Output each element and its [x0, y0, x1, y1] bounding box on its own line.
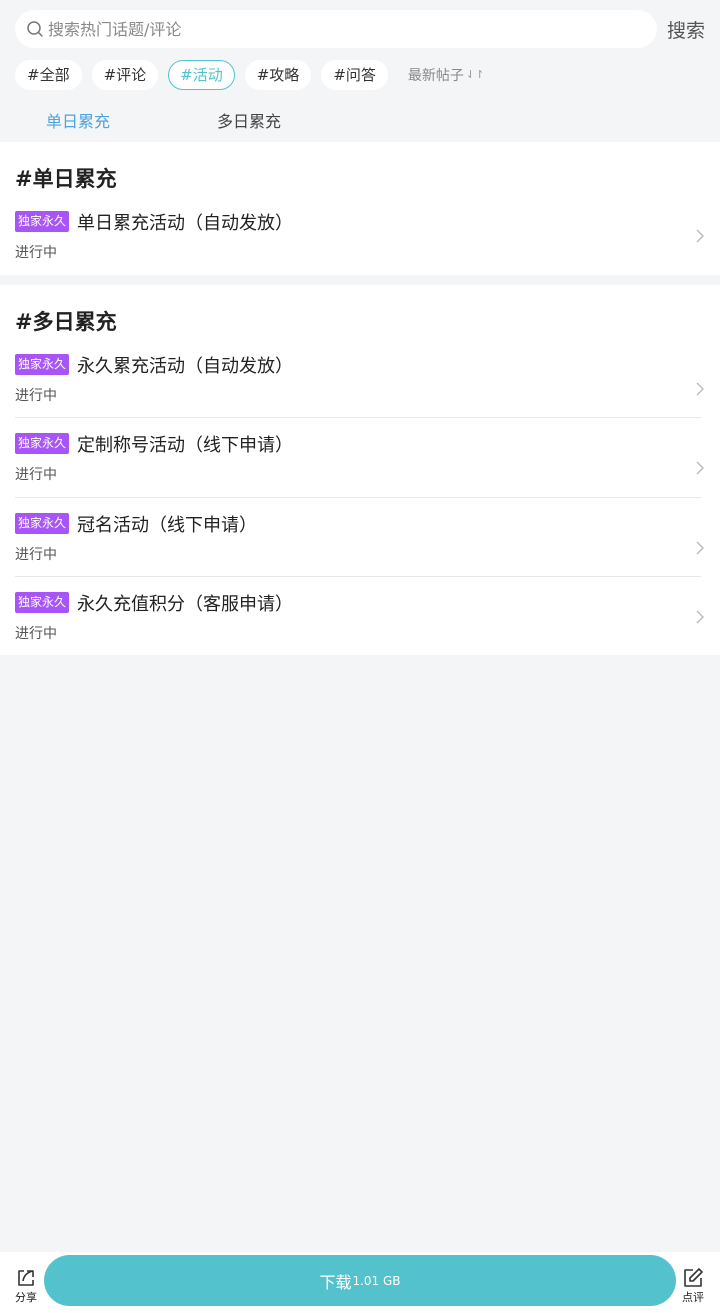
- tag-filter-bar: #全部 #评论 #活动 #攻略 #问答 最新帖子 ⇃↾: [15, 59, 484, 90]
- divider: [15, 497, 701, 498]
- exclusive-badge: 独家永久: [15, 433, 70, 454]
- list-item[interactable]: 独家永久 冠名活动（线下申请） 进行中: [15, 513, 704, 563]
- edit-icon: [684, 1268, 703, 1287]
- search-box[interactable]: [15, 10, 657, 48]
- section-title: #单日累充: [15, 167, 117, 191]
- tag-chip-all[interactable]: #全部: [15, 59, 82, 90]
- search-icon: [27, 21, 43, 37]
- exclusive-badge: 独家永久: [15, 211, 70, 232]
- share-icon: [18, 1270, 34, 1286]
- chevron-right-icon: [696, 229, 704, 243]
- item-title: 定制称号活动（线下申请）: [77, 435, 293, 456]
- chevron-right-icon: [696, 610, 704, 624]
- section-multi-day: #多日累充 独家永久 永久累充活动（自动发放） 进行中 独家永久 定制称号活动（…: [0, 285, 720, 655]
- item-title: 永久累充活动（自动发放）: [77, 356, 293, 377]
- bottom-action-bar: 分享 下载 1.01 GB 点评: [0, 1252, 720, 1313]
- section-title: #多日累充: [15, 310, 117, 334]
- tab-multi-day[interactable]: 多日累充: [217, 108, 281, 132]
- divider: [15, 576, 701, 577]
- review-label: 点评: [682, 1291, 704, 1304]
- subtab-bar: 单日累充 多日累充: [0, 103, 720, 139]
- list-item[interactable]: 独家永久 定制称号活动（线下申请） 进行中: [15, 433, 704, 483]
- item-status: 进行中: [15, 547, 57, 563]
- item-title: 单日累充活动（自动发放）: [77, 213, 293, 234]
- item-status: 进行中: [15, 626, 57, 642]
- list-item[interactable]: 独家永久 永久累充活动（自动发放） 进行中: [15, 354, 704, 404]
- list-item[interactable]: 独家永久 永久充值积分（客服申请） 进行中: [15, 592, 704, 642]
- search-input[interactable]: [48, 14, 628, 44]
- exclusive-badge: 独家永久: [15, 513, 70, 534]
- tag-chip-activity[interactable]: #活动: [168, 59, 235, 90]
- search-button[interactable]: 搜索: [667, 16, 705, 43]
- item-status: 进行中: [15, 245, 57, 261]
- chevron-right-icon: [696, 461, 704, 475]
- share-label: 分享: [15, 1291, 37, 1304]
- chevron-right-icon: [696, 541, 704, 555]
- share-button[interactable]: 分享: [11, 1267, 41, 1305]
- item-status: 进行中: [15, 467, 57, 483]
- list-item[interactable]: 独家永久 单日累充活动（自动发放） 进行中: [15, 211, 704, 261]
- chevron-right-icon: [696, 382, 704, 396]
- search-bar: 搜索: [0, 0, 720, 58]
- tag-chip-review[interactable]: #评论: [91, 59, 159, 90]
- divider: [15, 417, 701, 418]
- review-button[interactable]: 点评: [678, 1267, 708, 1305]
- download-label: 下载: [319, 1272, 352, 1292]
- item-title: 冠名活动（线下申请）: [77, 515, 257, 536]
- download-size: 1.01 GB: [352, 1273, 401, 1288]
- item-status: 进行中: [15, 388, 57, 404]
- tag-chip-qa[interactable]: #问答: [321, 59, 388, 90]
- sort-button[interactable]: 最新帖子 ⇃↾: [408, 65, 484, 85]
- tag-chip-guide[interactable]: #攻略: [244, 59, 312, 90]
- exclusive-badge: 独家永久: [15, 354, 70, 375]
- section-single-day: #单日累充 独家永久 单日累充活动（自动发放） 进行中: [0, 142, 720, 275]
- sort-label: 最新帖子: [407, 67, 464, 84]
- tab-single-day[interactable]: 单日累充: [46, 108, 110, 132]
- item-title: 永久充值积分（客服申请）: [77, 594, 293, 615]
- download-button[interactable]: 下载 1.01 GB: [44, 1255, 676, 1306]
- sort-arrows-icon: ⇃↾: [465, 68, 485, 81]
- exclusive-badge: 独家永久: [15, 592, 70, 613]
